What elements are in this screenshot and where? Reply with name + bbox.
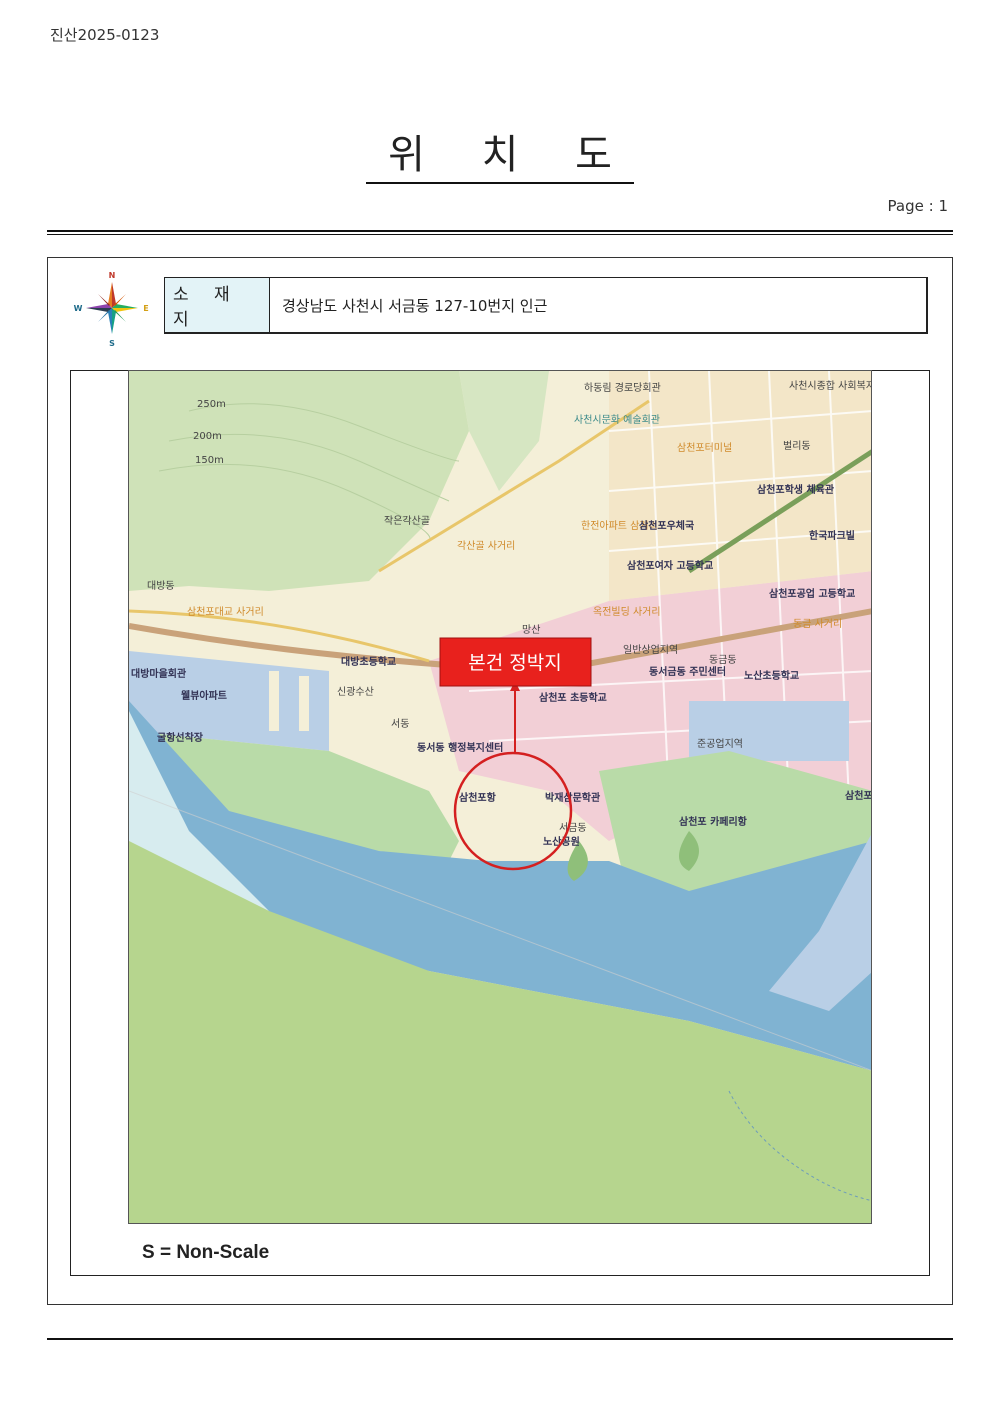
map-label: 삼천포학생 체육관 — [757, 483, 835, 496]
document-number: 진산2025-0123 — [50, 26, 160, 44]
map-label: 삼천포대교 사거리 — [187, 606, 264, 618]
page-number: Page : 1 — [887, 197, 948, 215]
map-label: 박재삼문학관 — [545, 791, 601, 804]
map-label: 동서동 행정복지센터 — [417, 741, 503, 754]
map-label: 삼천포여자 고등학교 — [627, 559, 713, 572]
map-label: 노산초등학교 — [744, 669, 799, 682]
map-label: 동금동 — [709, 654, 737, 666]
map-label: 삼천포터미널 — [677, 442, 732, 454]
map-label: 삼천포 — [845, 789, 872, 802]
scale-note: S = Non-Scale — [142, 1242, 270, 1263]
address-label: 소 재 지 — [165, 278, 270, 332]
map-label: 한국파크빌 — [809, 529, 855, 542]
page-title-text: 위 치 도 — [366, 132, 634, 184]
map-label: 작은각산골 — [384, 515, 430, 527]
map-label: 삼천포공업 고등학교 — [769, 587, 855, 600]
location-map: 250m 200m 150m 하동림 경로당회관 사천시종합 사회복지관 사천시… — [128, 370, 872, 1224]
map-label: 하동림 경로당회관 — [584, 381, 661, 394]
map-label: 굴항선착장 — [157, 731, 204, 744]
map-label: 사천시종합 사회복지관 — [789, 380, 872, 392]
map-label: 삼천포 초등학교 — [539, 691, 607, 704]
map-label: 서금동 — [559, 822, 587, 834]
map-label-elevation: 250m — [197, 399, 226, 410]
address-table: 소 재 지 경상남도 사천시 서금동 127-10번지 인근 — [164, 277, 928, 334]
map-label: 벌리동 — [783, 440, 811, 452]
map-label: 옥전빌딩 사거리 — [593, 606, 661, 618]
map-label: 동금 사거리 — [793, 618, 842, 630]
map-label: 웰뷰아파트 — [181, 689, 227, 702]
map-label: 준공업지역 — [697, 737, 743, 750]
map-label: 삼천포우체국 — [639, 519, 694, 532]
address-value: 경상남도 사천시 서금동 127-10번지 인근 — [282, 296, 548, 315]
map-label: 삼천포 카페리항 — [679, 815, 748, 828]
map-label: 망산 — [522, 624, 540, 636]
map-label: 일반상업지역 — [623, 643, 678, 656]
compass-west-label: W — [74, 304, 83, 313]
map-label: 신광수산 — [337, 686, 374, 698]
compass-south-label: S — [109, 339, 115, 348]
map-label: 동서금동 주민센터 — [649, 665, 726, 678]
map-label: 사천시문화 예술회관 — [574, 414, 660, 426]
map-label: 대방동 — [147, 580, 175, 592]
header-double-rule — [47, 230, 953, 235]
map-label: 삼천포항 — [459, 791, 497, 804]
map-label: 대방마을회관 — [131, 667, 187, 680]
industrial-zone — [689, 701, 849, 761]
map-label-elevation: 150m — [195, 455, 224, 466]
compass-rose-icon: N S E W — [72, 268, 152, 348]
footer-rule — [47, 1338, 953, 1340]
map-label: 각산골 사거리 — [457, 540, 515, 552]
compass-north-label: N — [109, 271, 116, 280]
map-label: 서동 — [391, 718, 409, 730]
compass-east-label: E — [143, 304, 148, 313]
map-label-elevation: 200m — [193, 431, 222, 442]
page-title: 위 치 도 — [0, 122, 1000, 184]
callout-label: 본건 정박지 — [468, 652, 561, 674]
map-label: 대방초등학교 — [341, 655, 396, 668]
